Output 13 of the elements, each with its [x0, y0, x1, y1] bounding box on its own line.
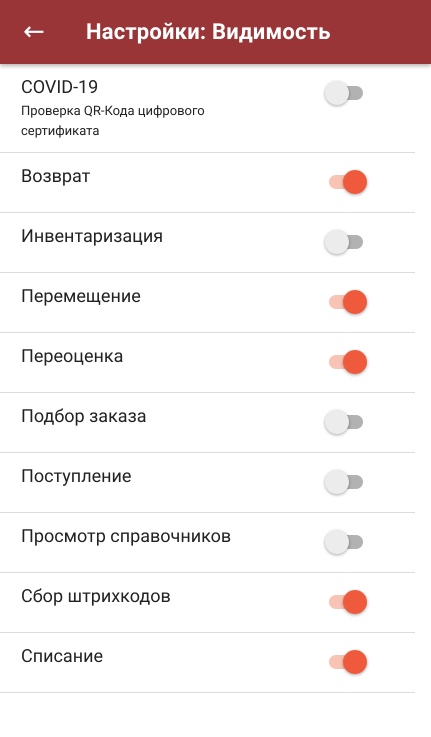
- setting-label: Перемещение: [21, 285, 141, 309]
- setting-label: Инвентаризация: [21, 225, 164, 249]
- setting-label: Возврат: [21, 165, 90, 189]
- setting-description: Проверка QR-Кода цифрового сертификата: [21, 103, 206, 141]
- screen-title: Настройки: Видимость: [86, 20, 331, 44]
- back-button[interactable]: ←: [20, 19, 48, 45]
- setting-label: Списание: [21, 645, 104, 669]
- setting-label: Поступление: [21, 465, 132, 489]
- setting-label: Сбор штрихкодов: [21, 585, 171, 609]
- setting-label: Переоценка: [21, 345, 124, 369]
- setting-label: Просмотр справочников: [21, 525, 232, 549]
- setting-label: COVID-19: [21, 76, 100, 100]
- setting-label: Подбор заказа: [21, 405, 147, 429]
